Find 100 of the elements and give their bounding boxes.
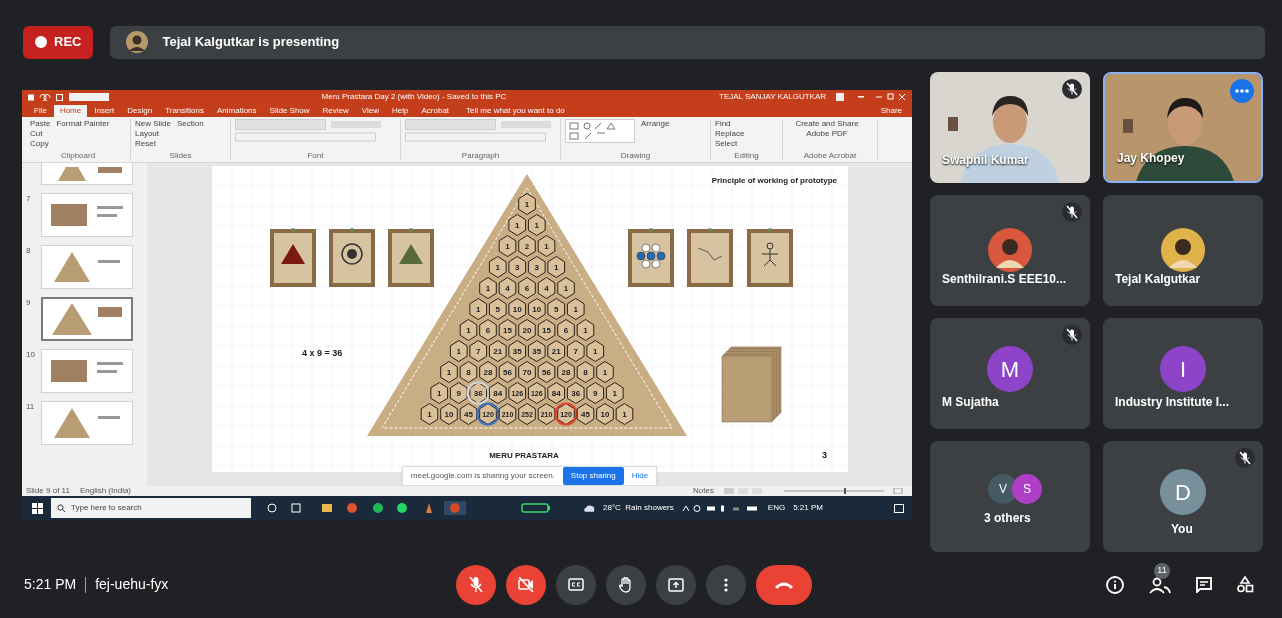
cloud-icon — [583, 504, 595, 512]
hex-tile: 1 — [546, 255, 565, 278]
hex-tile: 5 — [546, 297, 565, 320]
avatar: M — [987, 346, 1033, 392]
participant-tile[interactable]: Senthilrani.S EEE10... — [930, 195, 1090, 306]
sharing-message: meet.google.com is sharing your screen. — [410, 469, 555, 482]
captions-button[interactable] — [556, 564, 596, 605]
ribbon-button[interactable]: Layout — [135, 128, 171, 139]
windows-start-icon[interactable] — [32, 502, 43, 514]
present-button[interactable] — [656, 564, 696, 605]
notification-icon[interactable] — [894, 503, 904, 513]
user-name: TEJAL SANJAY KALGUTKAR — [719, 91, 826, 104]
hex-tile: 1 — [595, 360, 614, 383]
ribbon-button[interactable]: Section — [177, 118, 204, 129]
ribbon-tab[interactable]: Insert — [88, 104, 121, 117]
notes-button[interactable]: Notes — [693, 485, 714, 496]
slide-thumbnail[interactable] — [41, 296, 133, 341]
slide-footer: MERU PRASTARA — [488, 450, 559, 460]
slide-preview-drawing — [51, 359, 123, 382]
slide-preview-drawing — [52, 302, 122, 335]
participant-tile[interactable]: V S 3 others — [930, 441, 1090, 552]
hand-icon — [619, 576, 633, 593]
ribbon-tab[interactable]: Slide Show — [263, 104, 316, 117]
hex-tile: 9 — [585, 381, 604, 404]
hex-tile: 1 — [585, 339, 604, 362]
avatar: I — [1160, 346, 1206, 392]
ribbon-tab[interactable]: Review — [316, 104, 355, 117]
hex-tile: 45 — [576, 402, 594, 425]
ribbon-tab[interactable]: Transitions — [159, 104, 210, 117]
activities-icon[interactable] — [1237, 576, 1254, 593]
ribbon-tab[interactable]: Design — [121, 104, 159, 117]
mic-button[interactable] — [456, 564, 496, 605]
recording-badge: REC — [23, 25, 94, 59]
ribbon-button[interactable]: Copy — [30, 138, 51, 149]
ribbon-tab[interactable]: Animations — [211, 104, 263, 117]
ribbon-tab[interactable]: View — [355, 104, 386, 117]
slide-number: 11 — [26, 400, 36, 413]
hex-tile: 84 — [546, 381, 565, 404]
card-drawing — [269, 227, 316, 287]
language-indicator: ENG — [767, 502, 786, 514]
ribbon-group-label: Paragraph — [460, 150, 501, 160]
ribbon-button[interactable]: Find — [715, 118, 745, 129]
ribbon-button[interactable]: Replace — [715, 128, 745, 139]
hex-tile: 10 — [527, 297, 546, 320]
hex-tile: 1 — [439, 360, 458, 383]
quick-access-field[interactable] — [69, 93, 109, 102]
hex-tile: 10 — [439, 402, 458, 425]
more-options-icon[interactable] — [1230, 79, 1254, 103]
hex-tile: 1 — [517, 192, 536, 215]
quick-access-icon[interactable] — [28, 93, 63, 101]
camera-button[interactable] — [506, 564, 546, 605]
avatar: S — [1012, 474, 1042, 504]
hex-tile: 36 — [566, 381, 585, 404]
ribbon-button[interactable]: Arrange — [641, 118, 670, 129]
hand-button[interactable] — [606, 564, 646, 605]
share-button[interactable]: Share — [880, 104, 906, 117]
ribbon-tab[interactable]: Acrobat — [415, 104, 456, 117]
ribbon-group-label: Drawing — [619, 150, 652, 160]
stop-sharing-button[interactable]: Stop sharing — [562, 466, 624, 485]
card-drawing — [627, 227, 674, 287]
participant-tile[interactable]: Tejal Kalgutkar — [1103, 195, 1263, 306]
ribbon-tab[interactable]: Help — [386, 104, 415, 117]
ribbon-button[interactable]: Reset — [135, 138, 171, 149]
participant-name: Tejal Kalgutkar — [1115, 271, 1201, 288]
hex-tile: 1 — [429, 381, 448, 404]
slide-title: Principle of working of prototype — [711, 175, 837, 185]
ribbon-button[interactable]: Cut — [30, 128, 51, 139]
participant-tile[interactable]: I Industry Institute I... — [1103, 318, 1263, 429]
ribbon-button[interactable]: New Slide — [135, 118, 171, 129]
ribbon-button[interactable]: Select — [715, 138, 745, 149]
tell-me-field[interactable]: Tell me what you want to do — [466, 104, 565, 117]
leave-call-button[interactable] — [756, 564, 812, 605]
more-button[interactable] — [706, 564, 746, 605]
hex-tile: 21 — [546, 339, 565, 362]
hex-tile: 8 — [576, 360, 594, 383]
system-tray-icon[interactable] — [681, 504, 760, 512]
window-controls-icon[interactable] — [836, 93, 906, 102]
ribbon-button[interactable]: Create and Share Adobe PDF — [787, 118, 867, 139]
slide-number: 9 — [26, 296, 32, 309]
meeting-time: 5:21 PM — [24, 575, 77, 594]
ribbon-button[interactable]: Paste — [30, 118, 51, 129]
hex-tile: 28 — [478, 360, 497, 383]
hex-tile: 1 — [556, 276, 575, 299]
camera-off-icon — [518, 577, 534, 592]
ribbon-tab[interactable]: File — [28, 104, 53, 117]
taskbar-search-field[interactable]: Type here to search — [51, 498, 251, 518]
participant-tile[interactable]: D You — [1103, 441, 1263, 552]
battery-icon — [521, 503, 551, 513]
hide-button[interactable]: Hide — [631, 469, 649, 482]
hex-tile: 1 — [527, 213, 546, 236]
ribbon-button[interactable]: Format Painter — [56, 118, 110, 129]
hex-tile: 56 — [537, 360, 555, 383]
hex-tile: 1 — [615, 402, 633, 425]
ribbon-tab[interactable]: Home — [53, 104, 88, 117]
info-icon[interactable] — [1106, 575, 1124, 594]
hex-tile: 9 — [449, 381, 468, 404]
more-vertical-icon — [724, 577, 728, 592]
chat-icon[interactable] — [1196, 576, 1212, 593]
hex-tile: 1 — [576, 318, 594, 341]
participant-tile[interactable]: M M Sujatha — [930, 318, 1090, 429]
